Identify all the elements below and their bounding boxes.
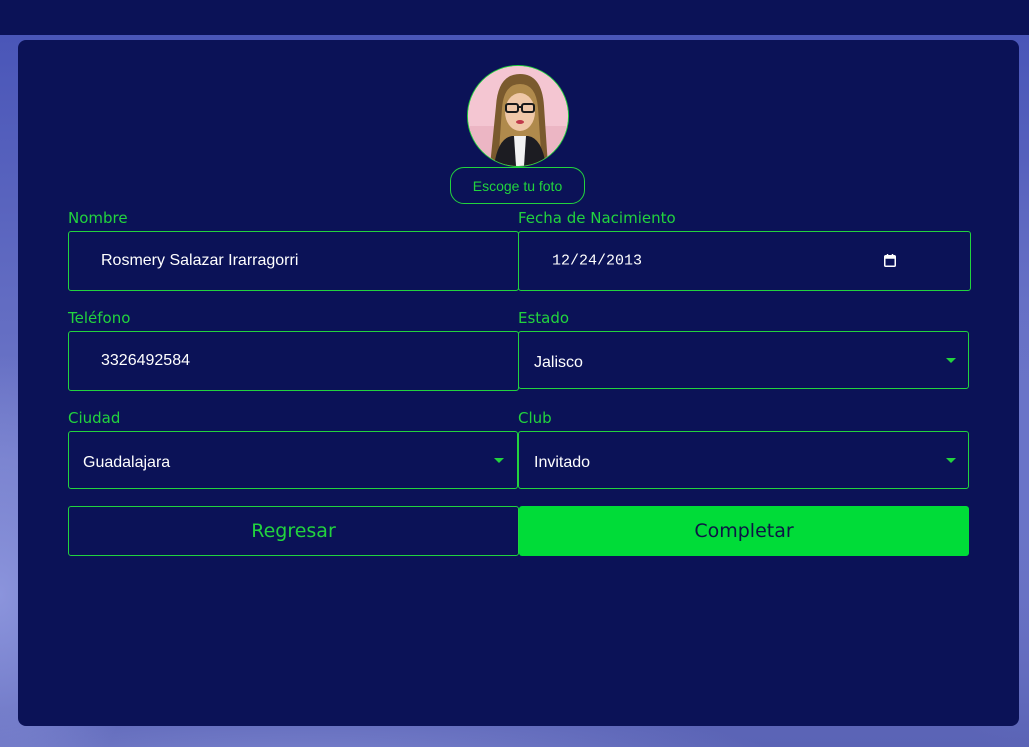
profile-avatar [467, 65, 569, 167]
back-button[interactable]: Regresar [68, 506, 519, 556]
club-select[interactable]: Invitado [518, 431, 969, 489]
estado-select[interactable]: Jalisco [518, 331, 969, 389]
complete-button[interactable]: Completar [519, 506, 969, 556]
ciudad-select[interactable]: Guadalajara [68, 431, 518, 489]
club-value: Invitado [534, 454, 591, 471]
ciudad-value: Guadalajara [83, 454, 171, 471]
telefono-value: 3326492584 [101, 352, 190, 369]
chevron-down-icon [946, 358, 956, 363]
top-bar [0, 0, 1029, 35]
avatar-photo [468, 66, 568, 166]
estado-label: Estado [518, 309, 570, 327]
fecha-input[interactable]: 12/24/2013 [518, 231, 971, 291]
nombre-value: Rosmery Salazar Irarragorri [101, 252, 299, 269]
calendar-icon[interactable] [884, 254, 896, 267]
nombre-label: Nombre [68, 209, 128, 227]
chevron-down-icon [946, 458, 956, 463]
telefono-label: Teléfono [68, 309, 131, 327]
ciudad-label: Ciudad [68, 409, 121, 427]
estado-value: Jalisco [534, 354, 583, 371]
chevron-down-icon [494, 458, 504, 463]
telefono-input[interactable]: 3326492584 [68, 331, 519, 391]
choose-photo-button[interactable]: Escoge tu foto [450, 167, 585, 204]
nombre-input[interactable]: Rosmery Salazar Irarragorri [68, 231, 519, 291]
club-label: Club [518, 409, 552, 427]
fecha-value: 12/24/2013 [552, 252, 643, 270]
fecha-label: Fecha de Nacimiento [518, 209, 676, 227]
